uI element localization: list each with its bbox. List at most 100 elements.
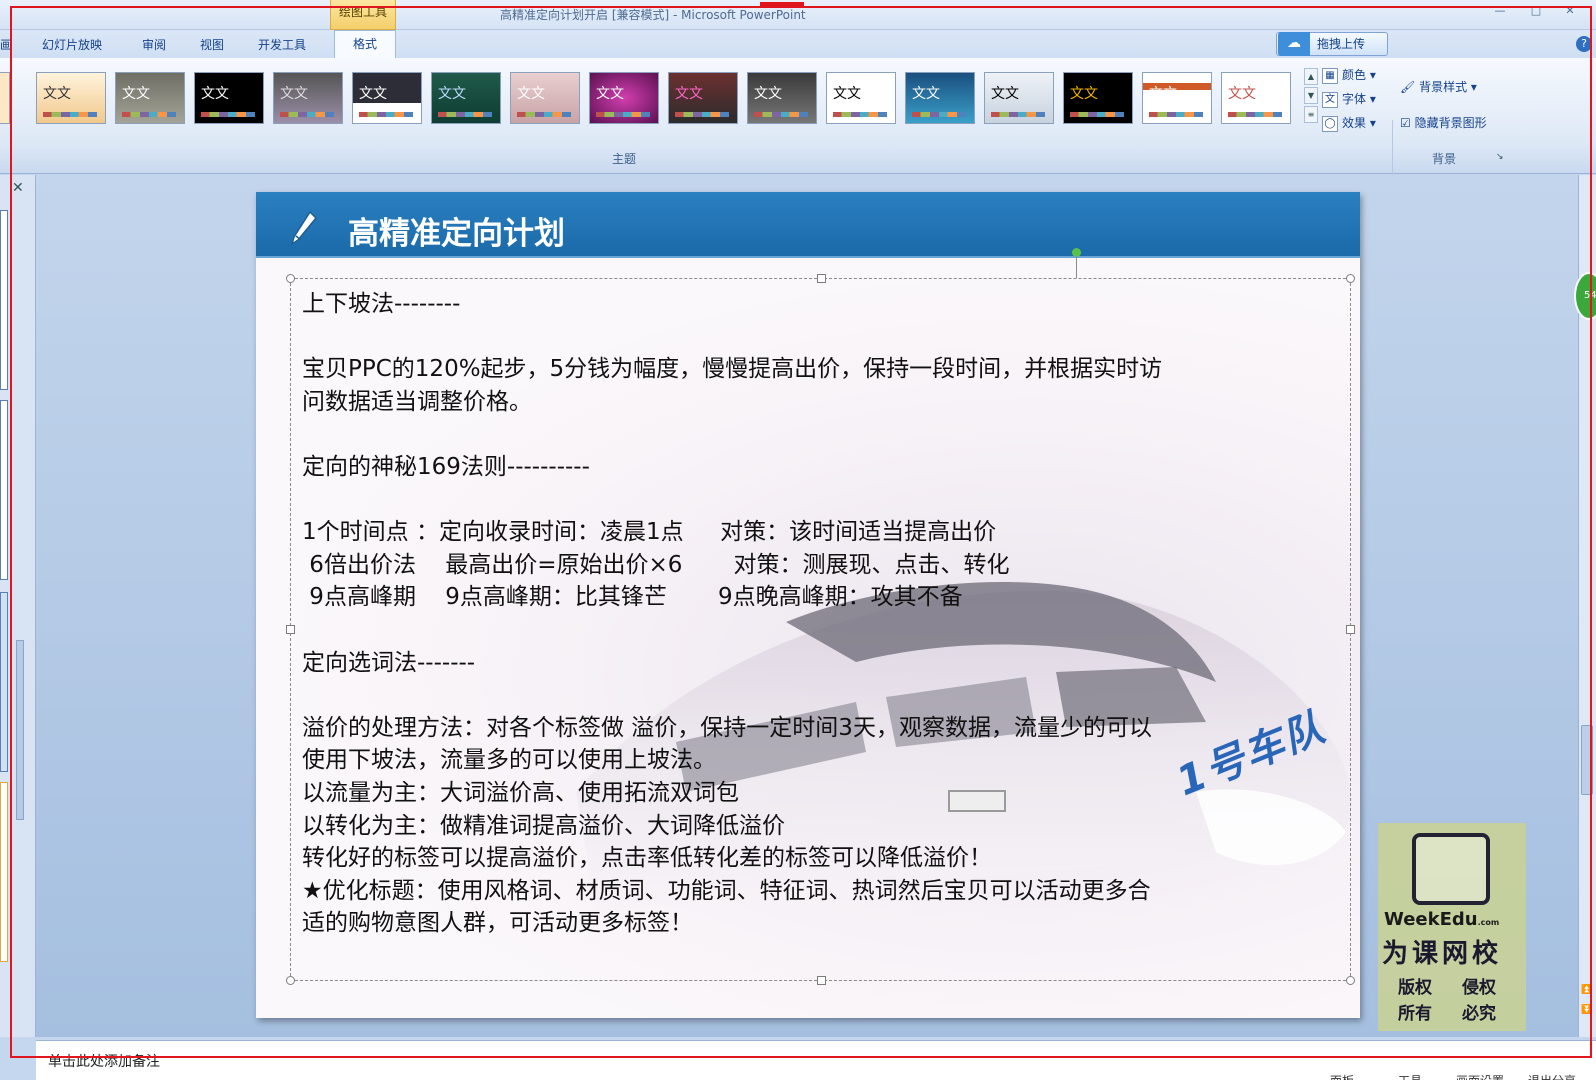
slide-thumbnail[interactable] <box>0 592 8 772</box>
recording-frame-bottom <box>10 1056 1592 1058</box>
slide-body-text[interactable]: 上下坡法-------- 宝贝PPC的120%起步，5分钱为幅度，慢慢提高出价，保… <box>302 288 1342 940</box>
resize-handle[interactable] <box>1346 976 1355 985</box>
themes-group-label: 主题 <box>612 152 637 166</box>
theme-thumb-2[interactable]: 文文 <box>115 72 185 124</box>
slide-text-line: 以流量为主：大词溢价高、使用拓流双词包 <box>302 779 739 806</box>
theme-thumb-5[interactable]: 文文 <box>352 72 422 124</box>
theme-scroll-up-icon[interactable]: ▲ <box>1304 68 1318 85</box>
hide-background-checkbox[interactable]: ☑ 隐藏背景图形 <box>1400 114 1487 131</box>
recording-frame-right <box>1590 6 1592 1058</box>
slide-text-line: 1个时间点 ：定向收录时间：凌晨1点 对策：该时间适当提高出价 <box>302 519 997 546</box>
resize-handle[interactable] <box>286 625 295 634</box>
palette-icon: ▦ <box>1322 67 1338 84</box>
font-icon: 文 <box>1322 91 1338 108</box>
status-item[interactable]: 工具 <box>1398 1072 1422 1080</box>
checkbox-icon: ☑ <box>1400 116 1415 130</box>
theme-thumb-6[interactable]: 文文 <box>431 72 501 124</box>
slide-text-line: 使用下坡法，流量多的可以使用上坡法。 <box>302 747 716 774</box>
resize-handle[interactable] <box>286 976 295 985</box>
slide-title[interactable]: 高精准定向计划 <box>348 208 565 253</box>
pencil-icon <box>290 210 318 246</box>
theme-thumb-3[interactable]: 文文 <box>194 72 264 124</box>
slide-blank-line <box>302 679 1342 712</box>
tab-review[interactable]: 审阅 <box>142 36 166 53</box>
theme-fonts-button[interactable]: 文字体 ▾ <box>1322 90 1376 108</box>
status-item[interactable]: 画面设置 <box>1456 1072 1504 1080</box>
tab-slideshow[interactable]: 幻灯片放映 <box>42 36 102 53</box>
slide-blank-line <box>302 484 1342 517</box>
theme-thumb-7[interactable]: 文文 <box>510 72 580 124</box>
resize-handle[interactable] <box>286 274 295 283</box>
slide-text-line: ★优化标题：使用风格词、材质词、功能词、特征词、热词然后宝贝可以活动更多合 <box>302 877 1151 904</box>
theme-thumb-4[interactable]: 文文 <box>273 72 343 124</box>
tab-view[interactable]: 视图 <box>200 36 224 53</box>
theme-thumb-8[interactable]: 文文 <box>589 72 659 124</box>
theme-thumb-13[interactable]: 文文 <box>984 72 1054 124</box>
theme-thumb-10[interactable]: 文文 <box>747 72 817 124</box>
side-badge[interactable]: 54 <box>1574 272 1596 320</box>
slide-blank-line <box>302 418 1342 451</box>
slide-thumbnail-selected[interactable] <box>0 782 8 962</box>
tab-developer[interactable]: 开发工具 <box>258 36 306 53</box>
resize-handle[interactable] <box>817 976 826 985</box>
theme-thumb-partial[interactable] <box>0 72 10 124</box>
recording-frame-left <box>10 6 12 1058</box>
theme-thumb-1[interactable]: 文文 <box>36 72 106 124</box>
watermark-brand: WeekEdu.com <box>1384 909 1500 930</box>
rotation-connector <box>1076 256 1077 278</box>
theme-thumb-16[interactable]: 文文 <box>1221 72 1291 124</box>
effects-icon: ◯ <box>1322 115 1338 132</box>
slide-thumbnail[interactable] <box>0 400 8 580</box>
theme-colors-button[interactable]: ▦ 颜色 ▾ <box>1322 66 1376 84</box>
slide-text-line: 问数据适当调整价格。 <box>302 388 532 415</box>
slide-blank-line <box>302 614 1342 647</box>
slide-text-line: 适的购物意图人群，可活动更多标签！ <box>302 910 693 937</box>
slide-text-line: 定向选词法------- <box>302 649 476 676</box>
status-item[interactable]: 面板 <box>1330 1072 1354 1080</box>
theme-thumb-9[interactable]: 文文 <box>668 72 738 124</box>
ribbon-design-panel: 文文 文文 文文 文文 文文 文文 文文 文文 文文 文文 文文 文文 文文 文… <box>0 58 1596 226</box>
watermark-text: 必究 <box>1462 1004 1496 1024</box>
dialog-launcher-icon[interactable]: ↘ <box>1496 152 1504 162</box>
theme-thumb-12[interactable]: 文文 <box>905 72 975 124</box>
cloud-upload-icon[interactable]: ☁ <box>1278 32 1310 56</box>
window-title: 高精准定向计划开启 [兼容模式] - Microsoft PowerPoint <box>500 8 806 22</box>
background-styles-button[interactable]: 🖌 背景样式 ▾ <box>1400 78 1477 95</box>
resize-handle[interactable] <box>1346 274 1355 283</box>
slide-text-line: 9点高峰期 9点高峰期：比其锋芒 9点晚高峰期：攻其不备 <box>302 584 963 611</box>
theme-thumb-11[interactable]: 文文 <box>826 72 896 124</box>
slide-text-line: 以转化为主：做精准词提高溢价、大词降低溢价 <box>302 812 785 839</box>
resize-handle[interactable] <box>1346 625 1355 634</box>
tab-format[interactable]: 格式 <box>334 30 396 58</box>
watermark-text: 所有 <box>1398 1004 1432 1024</box>
slide-text-line: 宝贝PPC的120%起步，5分钱为幅度，慢慢提高出价，保持一段时间，并根据实时访 <box>302 356 1163 383</box>
theme-thumb-14[interactable]: 文文 <box>1063 72 1133 124</box>
slide-thumbnail[interactable] <box>0 210 8 390</box>
watermark-text: 侵权 <box>1462 978 1496 998</box>
theme-thumb-15[interactable]: 文文 <box>1142 72 1212 124</box>
status-item[interactable]: 退出分享 <box>1528 1072 1576 1080</box>
weekedu-watermark: WeekEdu.com 为课网校 版权 侵权 所有 必究 <box>1378 823 1526 1031</box>
watermark-cn-name: 为课网校 <box>1382 939 1503 969</box>
slide-text-line: 上下坡法-------- <box>302 291 461 317</box>
theme-scroll-down-icon[interactable]: ▼ <box>1304 87 1318 104</box>
recording-frame-grip[interactable] <box>760 2 804 8</box>
drawing-tools-context-tab: 绘图工具 <box>330 0 396 30</box>
notes-placeholder[interactable]: 单击此处添加备注 <box>48 1051 160 1071</box>
theme-more-icon[interactable]: ≡ <box>1304 106 1318 123</box>
resize-handle[interactable] <box>817 274 826 283</box>
background-group-label: 背景 <box>1432 152 1457 166</box>
theme-effects-button[interactable]: ◯ 效果 ▾ <box>1322 114 1376 132</box>
bg-styles-icon: 🖌 <box>1400 80 1420 94</box>
slide-text-line: 6倍出价法 最高出价=原始出价×6 对策：测展现、点击、转化 <box>302 551 1010 578</box>
slide-text-line: 溢价的处理方法：对各个标签做 溢价，保持一定时间3天，观察数据，流量少的可以 <box>302 714 1152 741</box>
notes-pane[interactable] <box>36 1040 1596 1080</box>
close-panel-icon[interactable]: ✕ <box>12 180 24 196</box>
slide-text-line: 定向的神秘169法则---------- <box>302 453 590 480</box>
slide-canvas[interactable]: 1号车队 高精准定向计划 上下坡法-------- 宝贝PPC的120%起步，5分… <box>256 192 1360 1018</box>
watermark-logo-icon <box>1412 833 1490 905</box>
panel-scrollbar[interactable] <box>16 640 24 820</box>
watermark-text: 版权 <box>1398 978 1432 998</box>
slide-blank-line <box>302 321 1342 354</box>
slide-text-line: 转化好的标签可以提高溢价，点击率低转化差的标签可以降低溢价！ <box>302 845 992 872</box>
